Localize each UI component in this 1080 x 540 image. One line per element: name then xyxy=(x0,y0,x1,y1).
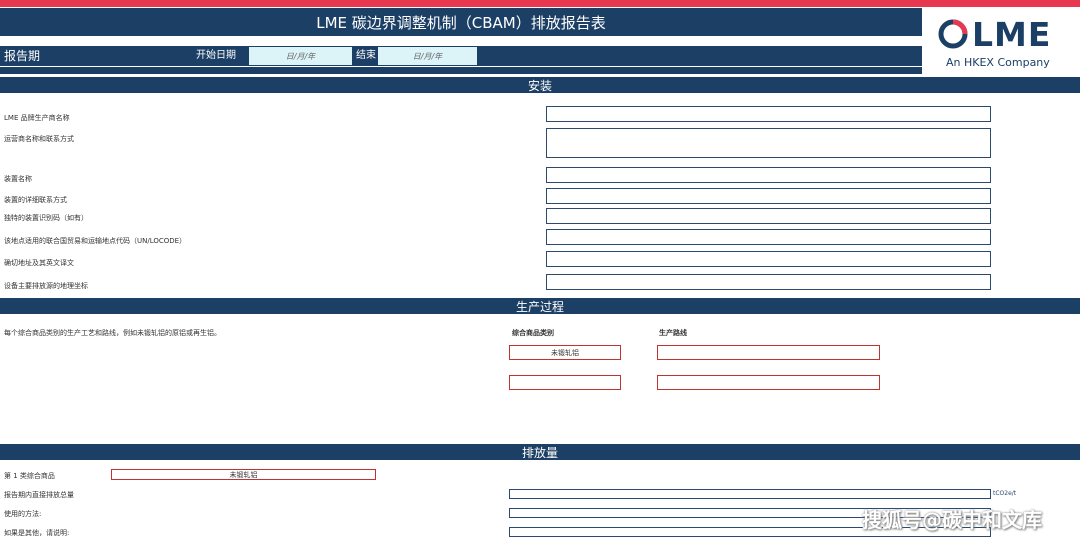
end-date-label: 结束 xyxy=(356,50,376,61)
page-title: LME 碳边界调整机制（CBAM）排放报告表 xyxy=(0,8,922,36)
unlocode-input[interactable] xyxy=(546,229,991,245)
row-label-coordinates: 设备主要排放源的地理坐标 xyxy=(4,282,88,290)
route-input-1[interactable] xyxy=(657,345,880,360)
operator-input[interactable] xyxy=(546,128,991,158)
address-input[interactable] xyxy=(546,251,991,267)
installation-name-input[interactable] xyxy=(546,167,991,183)
row-label-installation-id: 独特的装置识别码（如有） xyxy=(4,214,88,222)
row-label-method: 使用的方法: xyxy=(4,510,42,518)
row-label-operator: 运营商名称和联系方式 xyxy=(4,135,74,143)
row-label-installation-name: 装置名称 xyxy=(4,175,32,183)
reporting-period-label: 报告期 xyxy=(4,49,41,63)
lme-logo: LME An HKEX Company xyxy=(936,14,1071,74)
start-date-label: 开始日期 xyxy=(196,50,236,61)
column-header-category: 综合商品类别 xyxy=(512,329,554,337)
column-header-route: 生产路线 xyxy=(659,329,687,337)
category-input-2[interactable] xyxy=(509,375,621,390)
section-emissions-heading: 排放量 xyxy=(0,444,1080,460)
row-label-address: 确切地址及其英文译文 xyxy=(4,259,74,267)
lme-logo-mark-icon xyxy=(938,19,968,49)
row-label-brand-producer: LME 品牌生产商名称 xyxy=(4,114,70,122)
top-accent-stripe xyxy=(0,0,1080,7)
row-label-goods-category: 第 1 类综合商品 xyxy=(4,472,55,480)
watermark: 搜狐号@碳中和文库 xyxy=(862,508,1042,532)
installation-contact-input[interactable] xyxy=(546,188,991,204)
logo-wordmark: LME xyxy=(972,14,1052,54)
emissions-unit: tCO2e/t xyxy=(993,490,1017,497)
row-label-direct-emissions: 报告期内直接排放总量 xyxy=(4,491,74,499)
header-divider xyxy=(0,67,922,74)
section-installation-heading: 安装 xyxy=(0,77,1080,93)
row-label-installation-contact: 装置的详细联系方式 xyxy=(4,196,67,204)
row-label-other: 如果是其他，请说明: xyxy=(4,529,70,537)
direct-emissions-input[interactable] xyxy=(509,489,991,499)
row-label-unlocode: 该地点适用的联合国贸易和运输地点代码（UN/LOCODE） xyxy=(4,237,187,245)
end-date-input[interactable]: 日/月/年 xyxy=(378,47,477,65)
coordinates-input[interactable] xyxy=(546,274,991,290)
installation-id-input[interactable] xyxy=(546,208,991,224)
route-input-2[interactable] xyxy=(657,375,880,390)
start-date-input[interactable]: 日/月/年 xyxy=(249,47,352,65)
section-production-heading: 生产过程 xyxy=(0,298,1080,314)
logo-subtitle: An HKEX Company xyxy=(946,56,1050,69)
brand-producer-input[interactable] xyxy=(546,106,991,122)
production-description: 每个综合商品类别的生产工艺和路线，例如未锻轧铝的原铝或再生铝。 xyxy=(4,329,221,337)
category-input-1[interactable]: 未锻轧铝 xyxy=(509,345,621,360)
goods-category-input[interactable]: 未锻轧铝 xyxy=(111,469,376,480)
